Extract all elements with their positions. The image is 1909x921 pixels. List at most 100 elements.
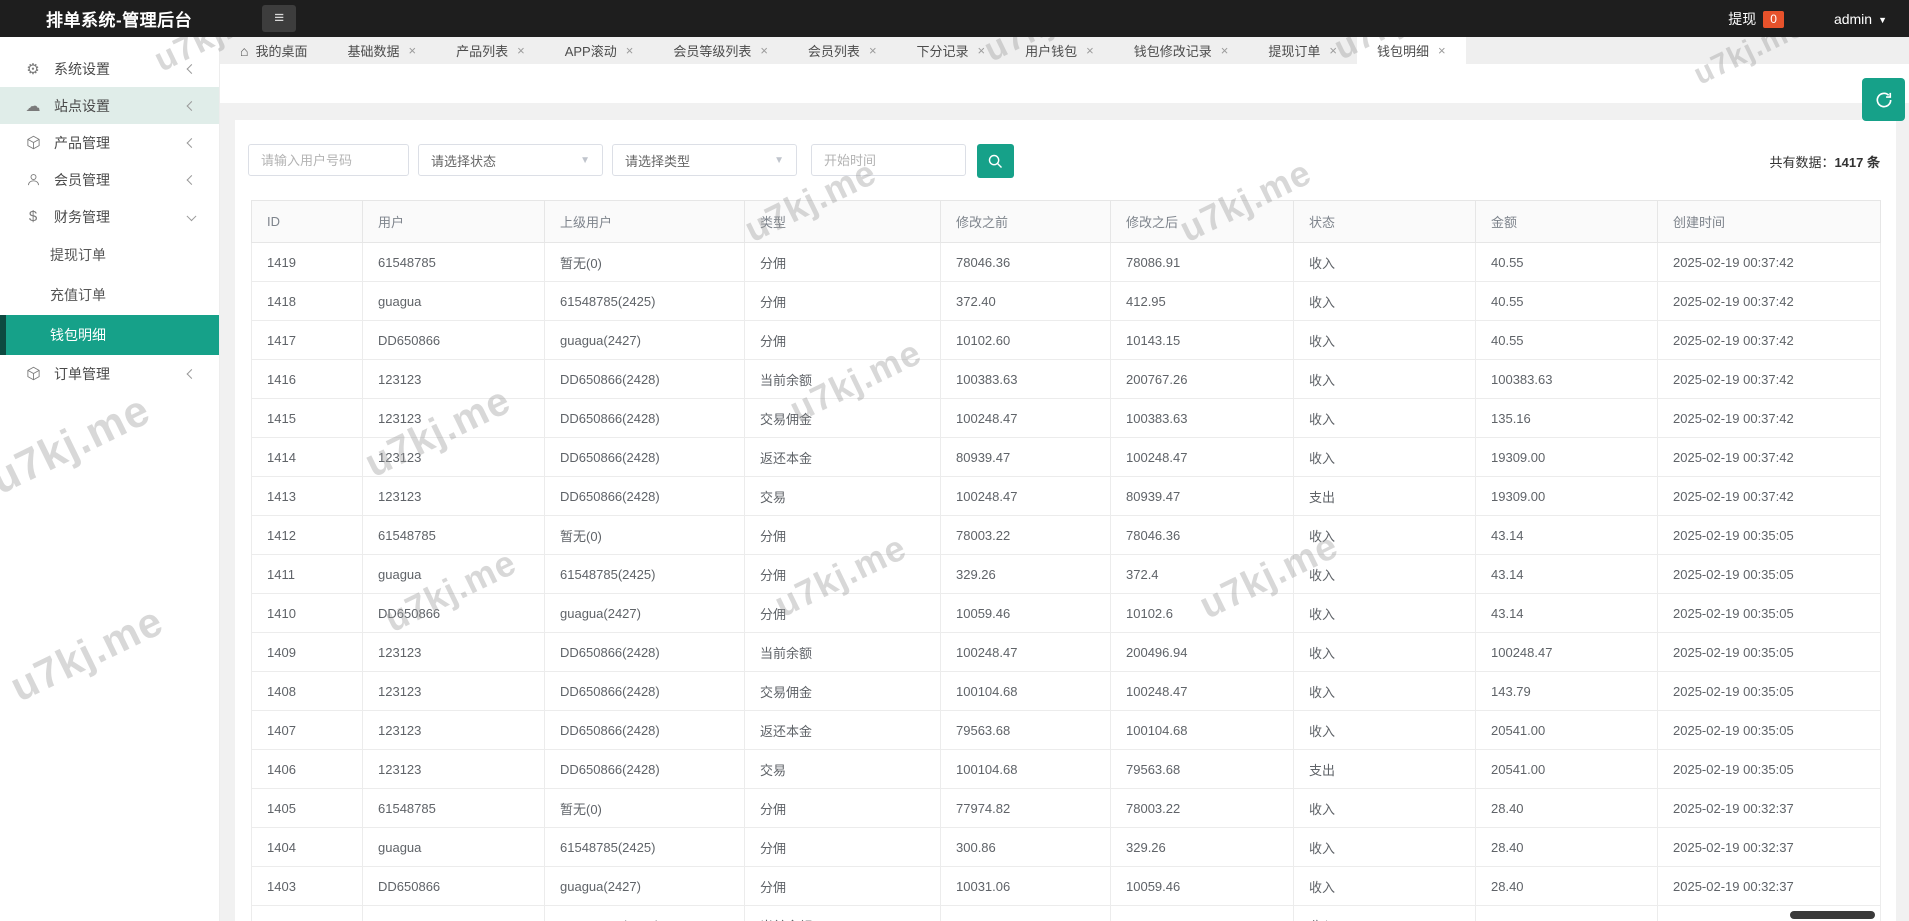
close-icon[interactable]: × [409, 43, 417, 58]
tab[interactable]: 钱包修改记录 × [1114, 37, 1249, 64]
table-cell: 100104.68 [1111, 711, 1294, 750]
sidebar-item[interactable]: 产品管理 [0, 124, 219, 161]
table-cell: 329.26 [1111, 828, 1294, 867]
chevron-left-icon [187, 138, 197, 148]
type-select[interactable]: 请选择类型 ▼ [612, 144, 797, 176]
table-cell: 100104.68 [941, 750, 1111, 789]
close-icon[interactable]: × [760, 43, 768, 58]
table-cell: 100248.47 [941, 477, 1111, 516]
home-icon: ⌂ [240, 43, 248, 59]
sidebar-item[interactable]: 会员管理 [0, 161, 219, 198]
table-cell: 329.26 [941, 555, 1111, 594]
table-cell: 分佣 [745, 828, 941, 867]
close-icon[interactable]: × [626, 43, 634, 58]
chevron-down-icon [187, 211, 197, 221]
close-icon[interactable]: × [869, 43, 877, 58]
table-cell: 收入 [1294, 711, 1476, 750]
tab-label: 会员列表 [808, 41, 860, 60]
tab-label: 提现订单 [1268, 41, 1320, 60]
sidebar-subitem[interactable]: 钱包明细 [0, 315, 219, 355]
table-cell: 143.79 [1476, 672, 1658, 711]
tab[interactable]: 产品列表 × [436, 37, 545, 64]
tab[interactable]: 会员等级列表× [653, 37, 788, 64]
tab[interactable]: ⌂ 我的桌面 [220, 37, 327, 64]
sidebar-item[interactable]: ☁站点设置 [0, 87, 219, 124]
table-cell: 19309.00 [1476, 477, 1658, 516]
table-cell: 当前余额 [745, 360, 941, 399]
tab[interactable]: 钱包明细× [1357, 37, 1466, 64]
sidebar-item[interactable]: $财务管理 [0, 198, 219, 235]
table-cell: guagua(2427) [545, 321, 745, 360]
table-cell: 100104.68 [941, 672, 1111, 711]
search-icon [987, 153, 1004, 170]
table-cell: 暂无(0) [545, 243, 745, 282]
content-divider [220, 103, 1909, 120]
tab[interactable]: 提现订单 × [1248, 37, 1357, 64]
total-count-value: 1417 条 [1834, 155, 1880, 170]
sidebar-subitem[interactable]: 提现订单 [0, 235, 219, 275]
table-cell: 暂无(0) [545, 789, 745, 828]
table-cell: 1413 [252, 477, 363, 516]
close-icon[interactable]: × [517, 43, 525, 58]
table-cell: 200209.36 [1111, 906, 1294, 921]
close-icon[interactable]: × [1438, 43, 1446, 58]
sidebar-item[interactable]: 订单管理 [0, 355, 219, 392]
table-cell: 1403 [252, 867, 363, 906]
tab[interactable]: 会员列表 × [788, 37, 897, 64]
table-cell: guagua [363, 282, 545, 321]
close-icon[interactable]: × [1221, 43, 1229, 58]
table-cell: 分佣 [745, 789, 941, 828]
tab[interactable]: 基础数据× [327, 37, 436, 64]
table-cell: 123123 [363, 438, 545, 477]
table-cell: 1409 [252, 633, 363, 672]
table-cell: 28.40 [1476, 828, 1658, 867]
table-cell: 收入 [1294, 399, 1476, 438]
sidebar-item[interactable]: ⚙系统设置 [0, 50, 219, 87]
hamburger-icon[interactable]: ≡ [262, 5, 296, 32]
sidebar-subitem[interactable]: 充值订单 [0, 275, 219, 315]
wallet-records-table: ID用户上级用户类型修改之前修改之后状态金额创建时间 141961548785暂… [251, 200, 1881, 921]
table-cell: 100248.47 [1111, 672, 1294, 711]
table-cell: 收入 [1294, 243, 1476, 282]
table-row: 1418guagua61548785(2425)分佣372.40412.95收入… [252, 282, 1881, 321]
withdraw-label: 提现 [1728, 11, 1756, 27]
horizontal-scrollbar-thumb[interactable] [1790, 911, 1875, 919]
tab[interactable]: APP滚动 × [545, 37, 654, 64]
table-cell: 10059.46 [941, 594, 1111, 633]
table-cell: 123123 [363, 711, 545, 750]
table-cell: 78046.36 [1111, 516, 1294, 555]
table-cell: 100248.47 [941, 633, 1111, 672]
close-icon[interactable]: × [1086, 43, 1094, 58]
table-cell: 2025-02-19 00:35:05 [1658, 516, 1881, 555]
table-cell: guagua(2427) [545, 867, 745, 906]
refresh-button[interactable] [1862, 78, 1905, 121]
table-cell: 1402 [252, 906, 363, 921]
tab-label: 钱包修改记录 [1134, 41, 1212, 60]
close-icon[interactable]: × [978, 43, 986, 58]
close-icon[interactable]: × [1329, 43, 1337, 58]
sidebar-item-label: 系统设置 [54, 59, 110, 79]
status-select[interactable]: 请选择状态 ▼ [418, 144, 603, 176]
start-time-input[interactable] [811, 144, 966, 176]
column-header: 金额 [1476, 201, 1658, 243]
tab-label: 我的桌面 [255, 41, 307, 60]
search-button[interactable] [977, 144, 1014, 178]
table-cell: guagua [363, 828, 545, 867]
table-cell: 28.40 [1476, 789, 1658, 828]
admin-menu[interactable]: admin▼ [1834, 11, 1887, 27]
table-cell: 123123 [363, 672, 545, 711]
table-row: 1408123123DD650866(2428)交易佣金100104.68100… [252, 672, 1881, 711]
user-number-input[interactable] [248, 144, 409, 176]
tab-label: APP滚动 [565, 41, 617, 60]
column-header: 用户 [363, 201, 545, 243]
tab-label: 产品列表 [456, 41, 508, 60]
table-cell: 100383.63 [1111, 399, 1294, 438]
table-cell: 123123 [363, 360, 545, 399]
tab[interactable]: 下分记录× [897, 37, 1006, 64]
withdraw-link[interactable]: 提现0 [1728, 9, 1784, 29]
table-cell: 100383.63 [941, 360, 1111, 399]
tab[interactable]: 用户钱包× [1005, 37, 1114, 64]
table-row: 1410DD650866guagua(2427)分佣10059.4610102.… [252, 594, 1881, 633]
table-cell: 返还本金 [745, 438, 941, 477]
cube-icon [24, 135, 42, 150]
